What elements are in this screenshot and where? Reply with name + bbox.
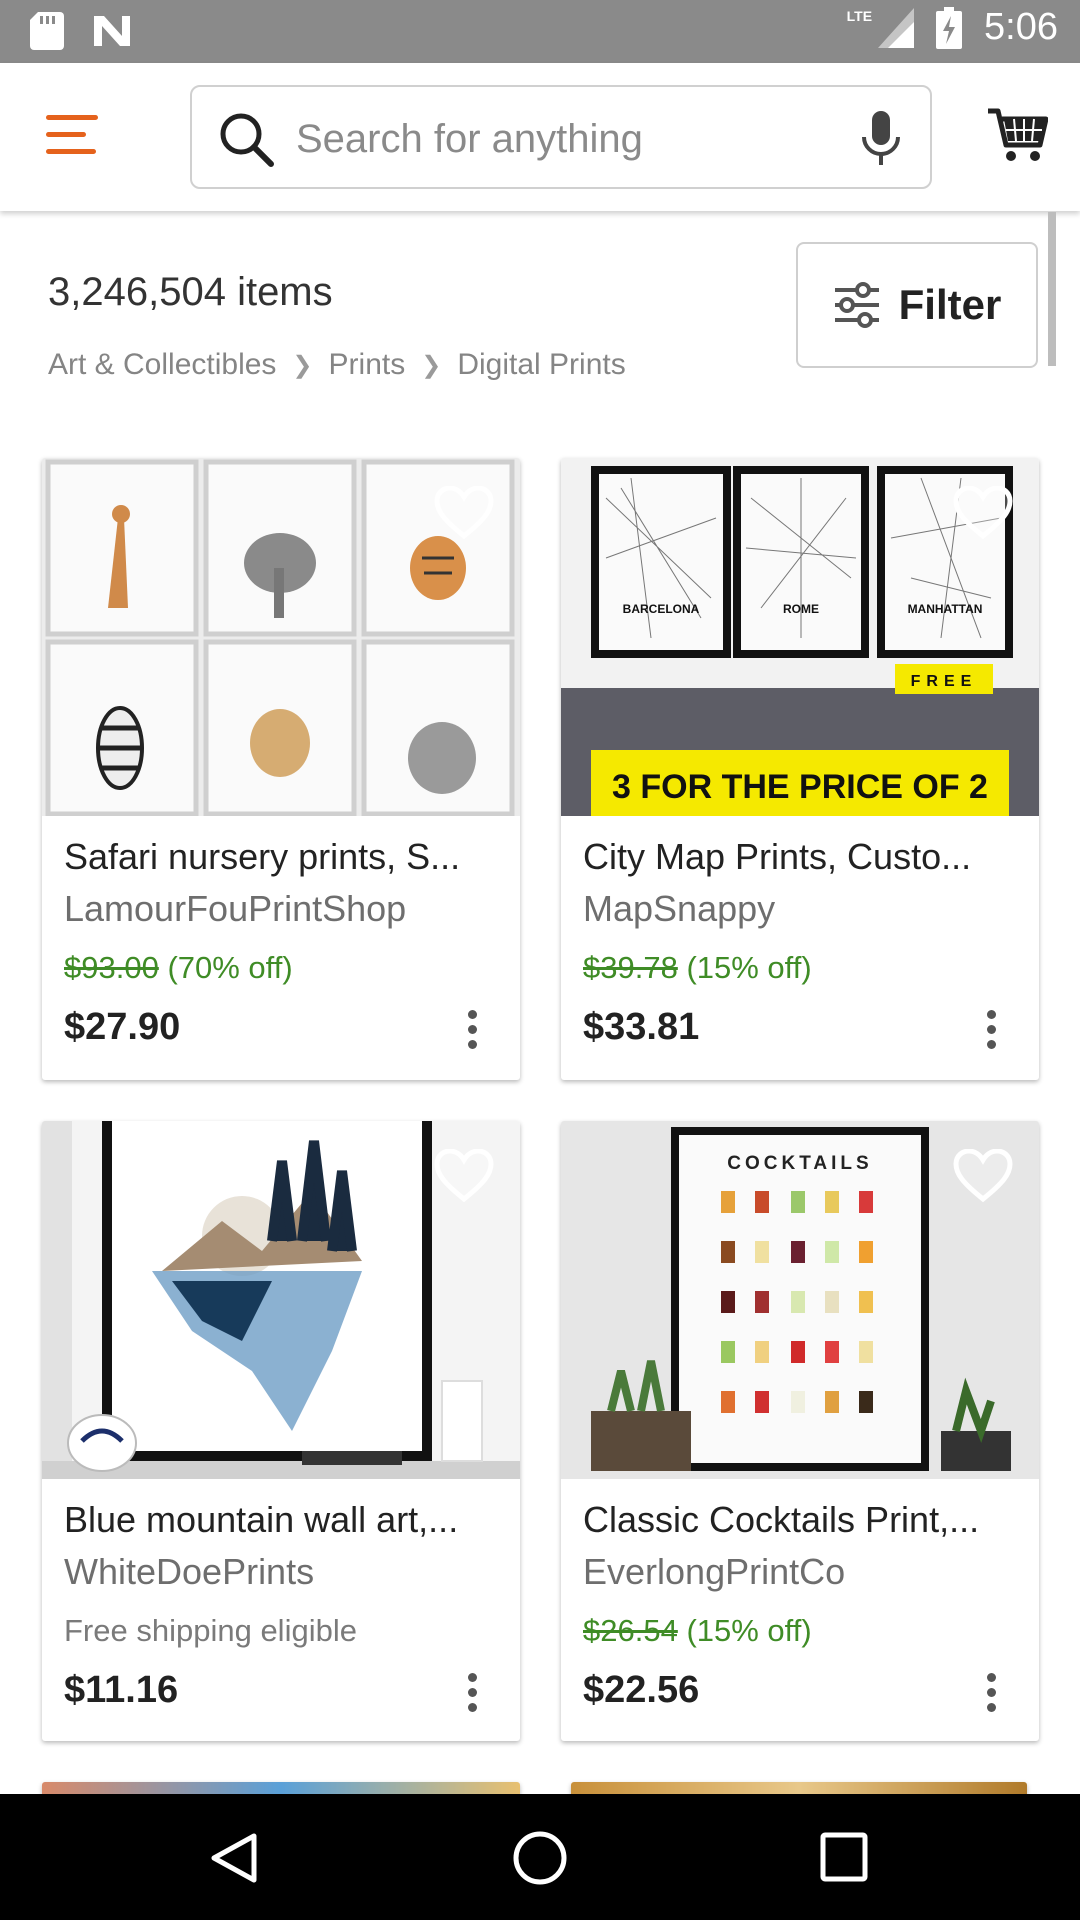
hamburger-menu-icon[interactable]	[46, 115, 98, 159]
original-price: $39.78	[583, 950, 678, 985]
free-tag: FREE	[911, 673, 978, 690]
listing-card[interactable]: BARCELONA ROME MANHATTAN FREE 3 FOR THE …	[561, 458, 1039, 1080]
more-options-icon[interactable]	[468, 1010, 480, 1050]
listing-image[interactable]	[42, 458, 520, 816]
more-options-icon[interactable]	[987, 1010, 999, 1050]
shop-name[interactable]: LamourFouPrintShop	[64, 888, 406, 930]
listing-price: $33.81	[583, 1006, 700, 1048]
discount-info: $93.00 (70% off)	[64, 950, 293, 986]
n-notification-icon	[94, 16, 130, 46]
results-count: 3,246,504 items	[48, 270, 333, 314]
listing-price: $11.16	[64, 1669, 179, 1711]
shop-name[interactable]: EverlongPrintCo	[583, 1551, 845, 1593]
system-nav-bar	[0, 1794, 1080, 1920]
breadcrumb-item[interactable]: Art & Collectibles	[48, 348, 276, 382]
listing-image[interactable]: BARCELONA ROME MANHATTAN FREE 3 FOR THE …	[561, 458, 1039, 816]
favorite-heart-icon[interactable]	[434, 1149, 494, 1203]
listing-title[interactable]: Classic Cocktails Print,...	[583, 1499, 979, 1541]
breadcrumb-item[interactable]: Prints	[329, 348, 406, 382]
listing-price: $27.90	[64, 1006, 181, 1048]
discount-percent: (70% off)	[167, 950, 293, 985]
listing-card[interactable]: Safari nursery prints, S... LamourFouPri…	[42, 458, 520, 1080]
favorite-heart-icon[interactable]	[434, 486, 494, 540]
map-city-label: BARCELONA	[623, 602, 700, 616]
signal-icon	[878, 7, 915, 48]
more-options-icon[interactable]	[468, 1673, 480, 1713]
chevron-right-icon: ❯	[421, 351, 442, 379]
filter-label: Filter	[898, 281, 1002, 328]
favorite-heart-icon[interactable]	[953, 486, 1013, 540]
sd-card-icon	[30, 12, 64, 50]
listing-title[interactable]: Safari nursery prints, S...	[64, 836, 460, 878]
map-city-label: MANHATTAN	[908, 602, 983, 616]
network-type-label: LTE	[846, 7, 873, 24]
clock: 5:06	[984, 6, 1058, 48]
search-icon	[220, 113, 274, 167]
original-price: $26.54	[583, 1613, 678, 1648]
shipping-info: Free shipping eligible	[64, 1613, 357, 1648]
listing-title[interactable]: City Map Prints, Custo...	[583, 836, 971, 878]
shop-name[interactable]: MapSnappy	[583, 888, 775, 930]
discount-info: $39.78 (15% off)	[583, 950, 812, 986]
search-input[interactable]: Search for anything	[190, 85, 932, 189]
promo-banner: 3 FOR THE PRICE OF 2	[612, 768, 988, 806]
shop-name[interactable]: WhiteDoePrints	[64, 1551, 314, 1593]
app-header: Search for anything	[0, 63, 1080, 211]
cart-icon[interactable]	[986, 105, 1048, 165]
breadcrumb-item[interactable]: Digital Prints	[457, 348, 625, 382]
listing-card[interactable]: Blue mountain wall art,... WhiteDoePrint…	[42, 1121, 520, 1741]
back-icon[interactable]	[210, 1832, 258, 1884]
scrollbar[interactable]	[1048, 212, 1056, 366]
filter-button[interactable]: Filter	[796, 242, 1038, 368]
poster-title: COCKTAILS	[727, 1153, 872, 1174]
listing-image[interactable]: COCKTAILS	[561, 1121, 1039, 1479]
battery-charging-icon	[936, 6, 963, 49]
sliders-icon	[834, 282, 879, 328]
microphone-icon[interactable]	[860, 109, 902, 169]
listing-title[interactable]: Blue mountain wall art,...	[64, 1499, 458, 1541]
listing-price: $22.56	[583, 1669, 700, 1711]
more-options-icon[interactable]	[987, 1673, 999, 1713]
home-icon[interactable]	[512, 1830, 568, 1886]
listing-card[interactable]: COCKTAILS Classic Cocktails Print,... Ev…	[561, 1121, 1039, 1741]
favorite-heart-icon[interactable]	[953, 1149, 1013, 1203]
map-city-label: ROME	[783, 602, 819, 616]
original-price: $93.00	[64, 950, 159, 985]
search-placeholder: Search for anything	[296, 117, 643, 161]
recents-icon[interactable]	[820, 1832, 868, 1882]
status-bar: LTE 5:06	[0, 0, 1080, 63]
breadcrumb: Art & Collectibles ❯ Prints ❯ Digital Pr…	[48, 348, 626, 382]
discount-info: $26.54 (15% off)	[583, 1613, 812, 1649]
discount-percent: (15% off)	[686, 1613, 812, 1648]
listing-image[interactable]	[42, 1121, 520, 1479]
discount-percent: (15% off)	[686, 950, 812, 985]
chevron-right-icon: ❯	[292, 351, 313, 379]
